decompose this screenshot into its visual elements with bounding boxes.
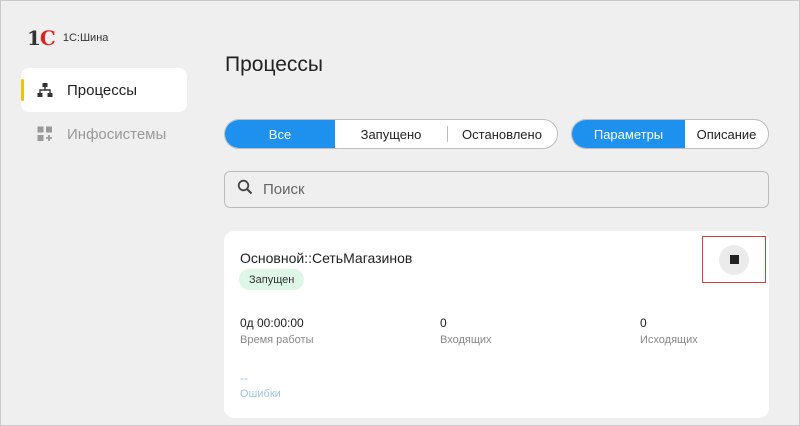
stop-button-highlight — [702, 236, 766, 283]
sidebar-item-label: Процессы — [67, 81, 138, 99]
search-box — [224, 171, 769, 208]
hierarchy-icon — [37, 82, 53, 98]
filter-stopped-button[interactable]: Остановлено — [447, 120, 557, 148]
page-title: Процессы — [225, 53, 324, 76]
grid-plus-icon — [37, 126, 53, 142]
stop-button[interactable] — [719, 244, 749, 275]
search-input[interactable] — [263, 181, 743, 198]
search-icon — [237, 179, 253, 200]
metric-outgoing: 0 Исходящих — [640, 316, 698, 346]
metric-value: 0 — [640, 316, 647, 330]
filter-running-button[interactable]: Запущено — [335, 120, 447, 148]
metric-label: Исходящих — [640, 334, 698, 346]
errors-value: -- — [240, 371, 248, 385]
logo-mark: 1С — [27, 26, 56, 50]
sidebar-item-infosystems[interactable]: Инфосистемы — [21, 112, 187, 156]
metric-label: Входящих — [440, 334, 492, 346]
app-logo: 1С 1С:Шина — [27, 28, 108, 48]
tab-description[interactable]: Описание — [685, 120, 768, 148]
sidebar-item-processes[interactable]: Процессы — [21, 68, 187, 112]
sidebar-nav: Процессы Инфосистемы — [21, 68, 187, 156]
process-card[interactable]: Основной::СетьМагазинов Запущен 0д 00:00… — [224, 231, 769, 418]
state-filter: Все Запущено Остановлено — [224, 119, 558, 149]
metric-value: 0 — [440, 316, 447, 330]
product-name: 1С:Шина — [62, 32, 109, 44]
metric-incoming: 0 Входящих — [440, 316, 492, 346]
tab-parameters[interactable]: Параметры — [572, 120, 685, 148]
errors-label: Ошибки — [240, 388, 281, 400]
stop-icon — [729, 255, 739, 264]
view-tabs: Параметры Описание — [571, 119, 769, 149]
status-badge: Запущен — [239, 269, 305, 290]
sidebar-item-label: Инфосистемы — [67, 125, 167, 143]
metric-errors[interactable]: -- Ошибки — [240, 371, 281, 400]
process-name: Основной::СетьМагазинов — [240, 250, 413, 266]
metric-uptime: 0д 00:00:00 Время работы — [240, 316, 314, 346]
filter-all-button[interactable]: Все — [225, 120, 335, 148]
metric-value: 0д 00:00:00 — [240, 316, 304, 330]
metric-label: Время работы — [240, 334, 314, 346]
